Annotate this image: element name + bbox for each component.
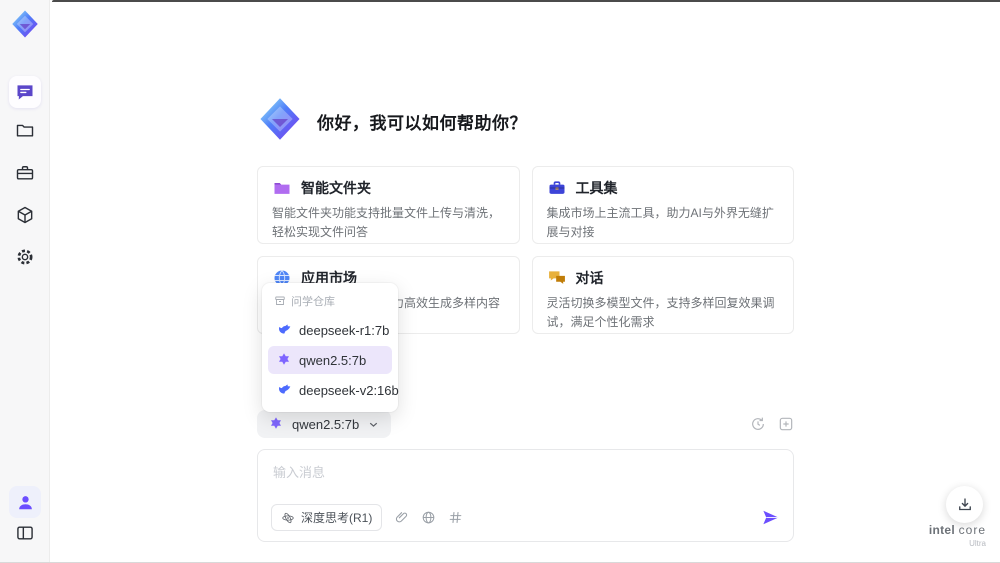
- card-title: 智能文件夹: [301, 180, 371, 196]
- toolbox-icon: [549, 181, 564, 194]
- greeting-title: 你好，我可以如何帮助你？: [317, 114, 527, 133]
- card-description: 灵活切换多模型文件，支持多样回复效果调试，满足个性化需求: [546, 296, 775, 329]
- sidebar-item-folders[interactable]: [9, 114, 41, 146]
- briefcase-icon: [16, 166, 34, 180]
- chat-controls-row: qwen2.5:7b: [257, 410, 794, 438]
- qwen-icon: [279, 353, 289, 365]
- repo-icon: [275, 296, 285, 305]
- smart-folder-icon: [274, 183, 290, 194]
- greeting-block: 你好，我可以如何帮助你？: [257, 96, 794, 147]
- deep-think-icon: [282, 512, 294, 523]
- model-dropdown: 问学仓库 deepseek-r1:7b qwen2.5:7b deepseek-…: [262, 283, 399, 412]
- card-description: 集成市场上主流工具，助力AI与外界无缝扩展与对接: [546, 206, 774, 239]
- sidebar-item-settings[interactable]: [9, 241, 41, 273]
- folder-icon: [16, 124, 34, 137]
- chevron-down-icon: [370, 422, 378, 427]
- user-icon: [18, 495, 32, 509]
- card-title: 工具集: [575, 180, 618, 196]
- sidebar-item-panel-toggle[interactable]: [9, 517, 41, 549]
- sidebar-item-toolbox[interactable]: [9, 157, 41, 189]
- model-option-label: qwen2.5:7b: [299, 352, 367, 368]
- cube-icon: [17, 206, 33, 224]
- intel-product-text: core: [958, 523, 986, 537]
- gear-icon: [17, 249, 33, 265]
- globe-icon[interactable]: [421, 510, 436, 525]
- message-input-box: 深度思考(R1): [257, 449, 794, 542]
- sidebar-item-chat[interactable]: [9, 76, 41, 108]
- dialog-icon: [548, 271, 565, 284]
- intel-core-badge: intel core Ultra: [929, 522, 986, 548]
- sidebar-item-apps[interactable]: [9, 199, 41, 231]
- model-option-deepseek-r1[interactable]: deepseek-r1:7b: [268, 316, 392, 344]
- attachment-icon[interactable]: [394, 510, 409, 525]
- chat-bubble-icon: [17, 85, 33, 100]
- model-option-qwen[interactable]: qwen2.5:7b: [268, 346, 392, 374]
- send-button[interactable]: [761, 508, 780, 527]
- main-content: 你好，我可以如何帮助你？ 智能文件夹 智能文件夹功能支持批量文件上传与清洗，轻松…: [257, 0, 794, 542]
- greeting-logo-icon: [257, 96, 303, 147]
- model-selector-value: qwen2.5:7b: [292, 416, 360, 432]
- intel-sub-text: Ultra: [969, 539, 986, 548]
- model-option-label: deepseek-r1:7b: [299, 322, 390, 338]
- sidebar-item-user[interactable]: [9, 486, 41, 518]
- sidebar: [0, 0, 50, 563]
- new-chat-icon[interactable]: [778, 416, 794, 432]
- deepseek-icon: [279, 324, 291, 334]
- app-window: 你好，我可以如何帮助你？ 智能文件夹 智能文件夹功能支持批量文件上传与清洗，轻松…: [0, 0, 1000, 563]
- model-option-label: deepseek-v2:16b: [299, 382, 399, 398]
- card-smart-folder[interactable]: 智能文件夹 智能文件夹功能支持批量文件上传与清洗，轻松实现文件问答: [257, 166, 520, 244]
- card-title: 对话: [575, 270, 604, 286]
- input-toolbar: 深度思考(R1): [271, 504, 780, 531]
- message-input[interactable]: [271, 460, 784, 506]
- model-dropdown-header-label: 问学仓库: [291, 296, 335, 308]
- intel-brand-text: intel: [928, 523, 956, 537]
- card-dialog[interactable]: 对话 灵活切换多模型文件，支持多样回复效果调试，满足个性化需求: [531, 256, 794, 334]
- deepseek-icon: [279, 384, 291, 394]
- panel-toggle-icon: [17, 526, 33, 540]
- card-toolset[interactable]: 工具集 集成市场上主流工具，助力AI与外界无缝扩展与对接: [531, 166, 794, 244]
- qwen-icon: [271, 417, 281, 429]
- hash-grid-icon[interactable]: [448, 510, 463, 525]
- model-selector[interactable]: qwen2.5:7b: [257, 410, 392, 438]
- card-description: 智能文件夹功能支持批量文件上传与清洗，轻松实现文件问答: [272, 206, 501, 239]
- model-option-deepseek-v2[interactable]: deepseek-v2:16b: [268, 376, 399, 404]
- model-dropdown-header: 问学仓库: [268, 291, 392, 314]
- deep-think-toggle[interactable]: 深度思考(R1): [271, 504, 383, 531]
- download-icon: [958, 497, 971, 510]
- deep-think-label: 深度思考(R1): [301, 511, 373, 525]
- app-logo-icon: [10, 9, 40, 39]
- download-button[interactable]: [946, 486, 983, 523]
- chat-header-icons: [750, 416, 794, 432]
- send-icon: [763, 510, 779, 525]
- history-icon[interactable]: [750, 416, 766, 432]
